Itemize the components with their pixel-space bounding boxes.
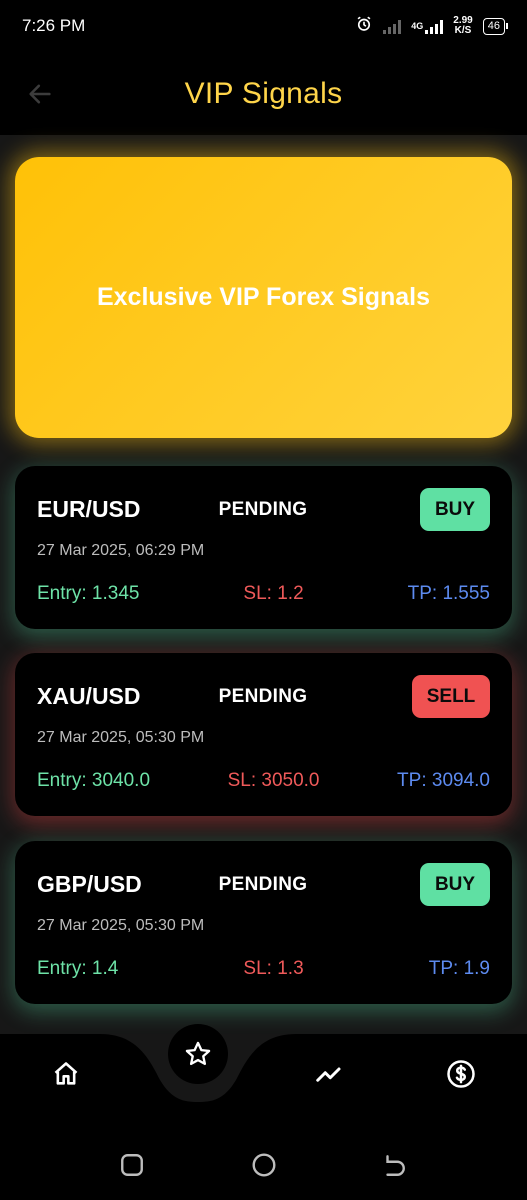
signal-timestamp: 27 Mar 2025, 05:30 PM	[37, 917, 205, 934]
network-speed: 2.99 K/S	[453, 16, 472, 36]
signal-card[interactable]: XAU/USD PENDING SELL 27 Mar 2025, 05:30 …	[15, 653, 512, 816]
arrow-left-icon[interactable]	[26, 80, 56, 110]
signal-levels: Entry: 1.4 SL: 1.3 TP: 1.9	[37, 958, 490, 980]
star-icon[interactable]	[168, 1024, 228, 1084]
signal-card[interactable]: EUR/USD PENDING BUY 27 Mar 2025, 06:29 P…	[15, 466, 512, 629]
signal-levels: Entry: 1.345 SL: 1.2 TP: 1.555	[37, 583, 490, 605]
signal-timestamp: 27 Mar 2025, 05:30 PM	[37, 729, 205, 746]
signal-strength-icon	[383, 18, 402, 34]
signal-levels: Entry: 3040.0 SL: 3050.0 TP: 3094.0	[37, 770, 490, 792]
vip-banner: Exclusive VIP Forex Signals	[15, 157, 512, 438]
signal-pair: EUR/USD	[37, 496, 141, 522]
status-bar: 7:26 PM 4G 2.99 K/S 46	[0, 0, 527, 52]
alarm-icon	[355, 15, 373, 38]
trending-up-icon[interactable]	[309, 1054, 349, 1094]
page-title: VIP Signals	[184, 76, 343, 110]
back-button-icon[interactable]	[381, 1152, 407, 1178]
take-profit: TP: 1.9	[428, 958, 490, 979]
bottom-navigation	[0, 1024, 527, 1130]
network-type: 4G	[411, 21, 424, 31]
speed-unit: K/S	[454, 25, 472, 36]
signal-pair: XAU/USD	[37, 683, 141, 709]
signal-pair: GBP/USD	[37, 871, 142, 897]
signal-timestamp: 27 Mar 2025, 06:29 PM	[37, 542, 205, 559]
system-navigation-bar	[0, 1130, 527, 1200]
status-time: 7:26 PM	[22, 16, 86, 35]
stop-loss: SL: 1.2	[243, 583, 304, 604]
take-profit: TP: 1.555	[407, 583, 490, 604]
battery-icon: 46	[482, 17, 509, 35]
banner-text: Exclusive VIP Forex Signals	[96, 283, 431, 311]
take-profit: TP: 3094.0	[397, 770, 490, 791]
dollar-circle-icon[interactable]	[441, 1054, 481, 1094]
entry-price: Entry: 3040.0	[37, 770, 151, 791]
app-bar: VIP Signals	[0, 52, 527, 135]
mobile-data-icon: 4G	[411, 18, 444, 34]
buy-badge: BUY	[420, 863, 490, 906]
signal-status: PENDING	[218, 874, 308, 895]
home-button-icon[interactable]	[251, 1152, 277, 1178]
entry-price: Entry: 1.345	[37, 583, 140, 604]
entry-price: Entry: 1.4	[37, 958, 119, 979]
sell-badge: SELL	[412, 675, 490, 718]
signal-status: PENDING	[218, 499, 308, 520]
signal-card[interactable]: GBP/USD PENDING BUY 27 Mar 2025, 05:30 P…	[15, 841, 512, 1004]
battery-level: 46	[487, 19, 500, 32]
buy-badge: BUY	[420, 488, 490, 531]
home-icon[interactable]	[46, 1054, 86, 1094]
signal-status: PENDING	[218, 686, 308, 707]
status-icons: 4G 2.99 K/S 46	[355, 15, 509, 38]
stop-loss: SL: 1.3	[243, 958, 304, 979]
stop-loss: SL: 3050.0	[227, 770, 320, 791]
recent-apps-icon[interactable]	[119, 1152, 145, 1178]
